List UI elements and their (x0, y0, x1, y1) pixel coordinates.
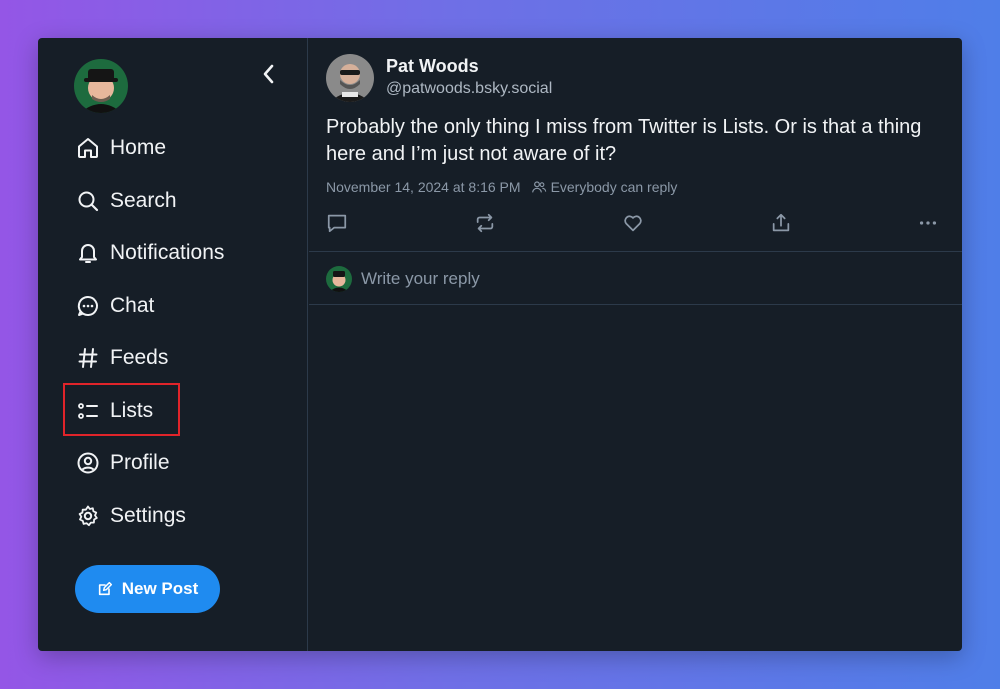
post-thread: Pat Woods @patwoods.bsky.social Probably… (309, 38, 962, 651)
bell-icon (75, 240, 101, 266)
nav-item-notifications[interactable]: Notifications (75, 233, 224, 273)
author-avatar[interactable] (326, 54, 374, 102)
people-icon (531, 181, 546, 193)
nav-item-feeds[interactable]: Feeds (75, 338, 168, 378)
nav-item-label: Settings (110, 504, 186, 527)
post-timestamp: November 14, 2024 at 8:16 PM (326, 179, 521, 195)
comment-icon (327, 214, 347, 233)
hash-icon (75, 345, 101, 371)
new-post-button[interactable]: New Post (75, 565, 220, 613)
more-icon (919, 221, 937, 225)
edit-icon (98, 581, 112, 596)
nav-item-home[interactable]: Home (75, 128, 166, 168)
repost-icon (476, 213, 494, 233)
author-handle[interactable]: @patwoods.bsky.social (386, 80, 552, 98)
post-meta: November 14, 2024 at 8:16 PM Everybody c… (326, 179, 677, 195)
new-post-label: New Post (121, 579, 199, 598)
reply-setting-label: Everybody can reply (550, 179, 678, 195)
reply-placeholder: Write your reply (361, 269, 480, 288)
list-icon (75, 398, 101, 424)
reply-composer[interactable]: Write your reply (326, 266, 480, 292)
divider (309, 251, 962, 252)
nav-item-chat[interactable]: Chat (75, 286, 154, 326)
nav-item-settings[interactable]: Settings (75, 496, 186, 536)
nav-item-label: Feeds (110, 346, 169, 369)
share-icon (772, 213, 790, 232)
nav-item-lists[interactable]: Lists (75, 391, 153, 431)
nav-item-label: Notifications (110, 241, 225, 264)
chevron-left-icon (263, 64, 274, 84)
like-button[interactable] (622, 212, 646, 236)
chat-icon (75, 293, 101, 319)
divider (309, 304, 962, 305)
user-avatar[interactable] (74, 59, 128, 113)
nav-item-profile[interactable]: Profile (75, 443, 170, 483)
nav-item-label: Chat (110, 294, 155, 317)
nav-item-search[interactable]: Search (75, 181, 177, 221)
reply-avatar (326, 266, 352, 292)
profile-icon (75, 450, 101, 476)
sidebar: Home Search Notifications Chat Feeds Lis… (38, 38, 308, 651)
more-options-button[interactable] (917, 212, 941, 236)
repost-button[interactable] (474, 212, 498, 236)
nav-item-label: Search (110, 189, 177, 212)
search-icon (75, 188, 101, 214)
nav-item-label: Lists (110, 399, 154, 422)
gear-icon (75, 503, 101, 529)
collapse-sidebar-button[interactable] (257, 62, 281, 86)
post-text: Probably the only thing I miss from Twit… (326, 116, 922, 165)
author-name[interactable]: Pat Woods (386, 56, 479, 77)
post-actions (326, 212, 946, 236)
share-button[interactable] (770, 212, 794, 236)
heart-icon (624, 215, 642, 232)
nav-item-label: Profile (110, 451, 170, 474)
home-icon (75, 135, 101, 161)
nav-item-label: Home (110, 136, 167, 159)
reply-setting[interactable]: Everybody can reply (531, 179, 678, 195)
app-window: Home Search Notifications Chat Feeds Lis… (38, 38, 962, 651)
reply-button[interactable] (326, 212, 350, 236)
